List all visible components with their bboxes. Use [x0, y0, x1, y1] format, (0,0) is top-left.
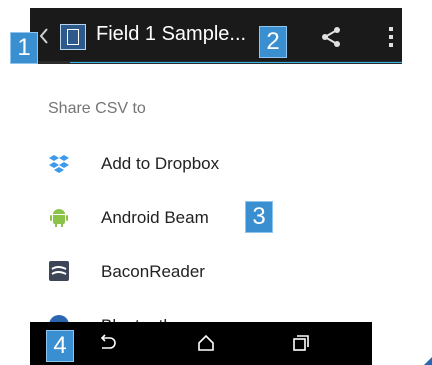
- baconreader-icon: [49, 261, 69, 281]
- annotation-badge-2: 2: [259, 26, 287, 58]
- annotation-badge-4: 4: [46, 330, 74, 362]
- share-item-label: Android Beam: [101, 208, 209, 227]
- back-icon[interactable]: [96, 332, 118, 354]
- share-item-android-beam[interactable]: Android Beam: [48, 198, 348, 238]
- back-chevron-icon[interactable]: [38, 26, 50, 46]
- action-bar: Field 1 Sample...: [30, 8, 402, 64]
- overflow-menu-icon[interactable]: [388, 26, 394, 48]
- share-item-dropbox[interactable]: Add to Dropbox: [48, 144, 348, 184]
- recents-icon[interactable]: [290, 332, 312, 354]
- share-item-label: BaconReader: [101, 262, 205, 281]
- action-bar-underline: [30, 61, 402, 64]
- phone-screen: Field 1 Sample... Share CSV to Add to Dr…: [30, 8, 402, 365]
- page-title: Field 1 Sample...: [96, 23, 247, 45]
- share-icon[interactable]: [320, 26, 342, 48]
- file-icon[interactable]: [60, 24, 86, 50]
- navigation-bar: [30, 322, 372, 365]
- android-icon: [50, 209, 68, 227]
- share-item-label: Add to Dropbox: [101, 154, 220, 173]
- share-sheet-title: Share CSV to: [48, 100, 146, 117]
- decorative-corner-mark: [424, 357, 432, 365]
- annotation-badge-1: 1: [10, 32, 38, 64]
- dropbox-icon: [49, 155, 69, 173]
- share-item-baconreader[interactable]: BaconReader: [48, 252, 348, 292]
- home-icon[interactable]: [195, 332, 217, 354]
- annotation-badge-3: 3: [245, 201, 273, 233]
